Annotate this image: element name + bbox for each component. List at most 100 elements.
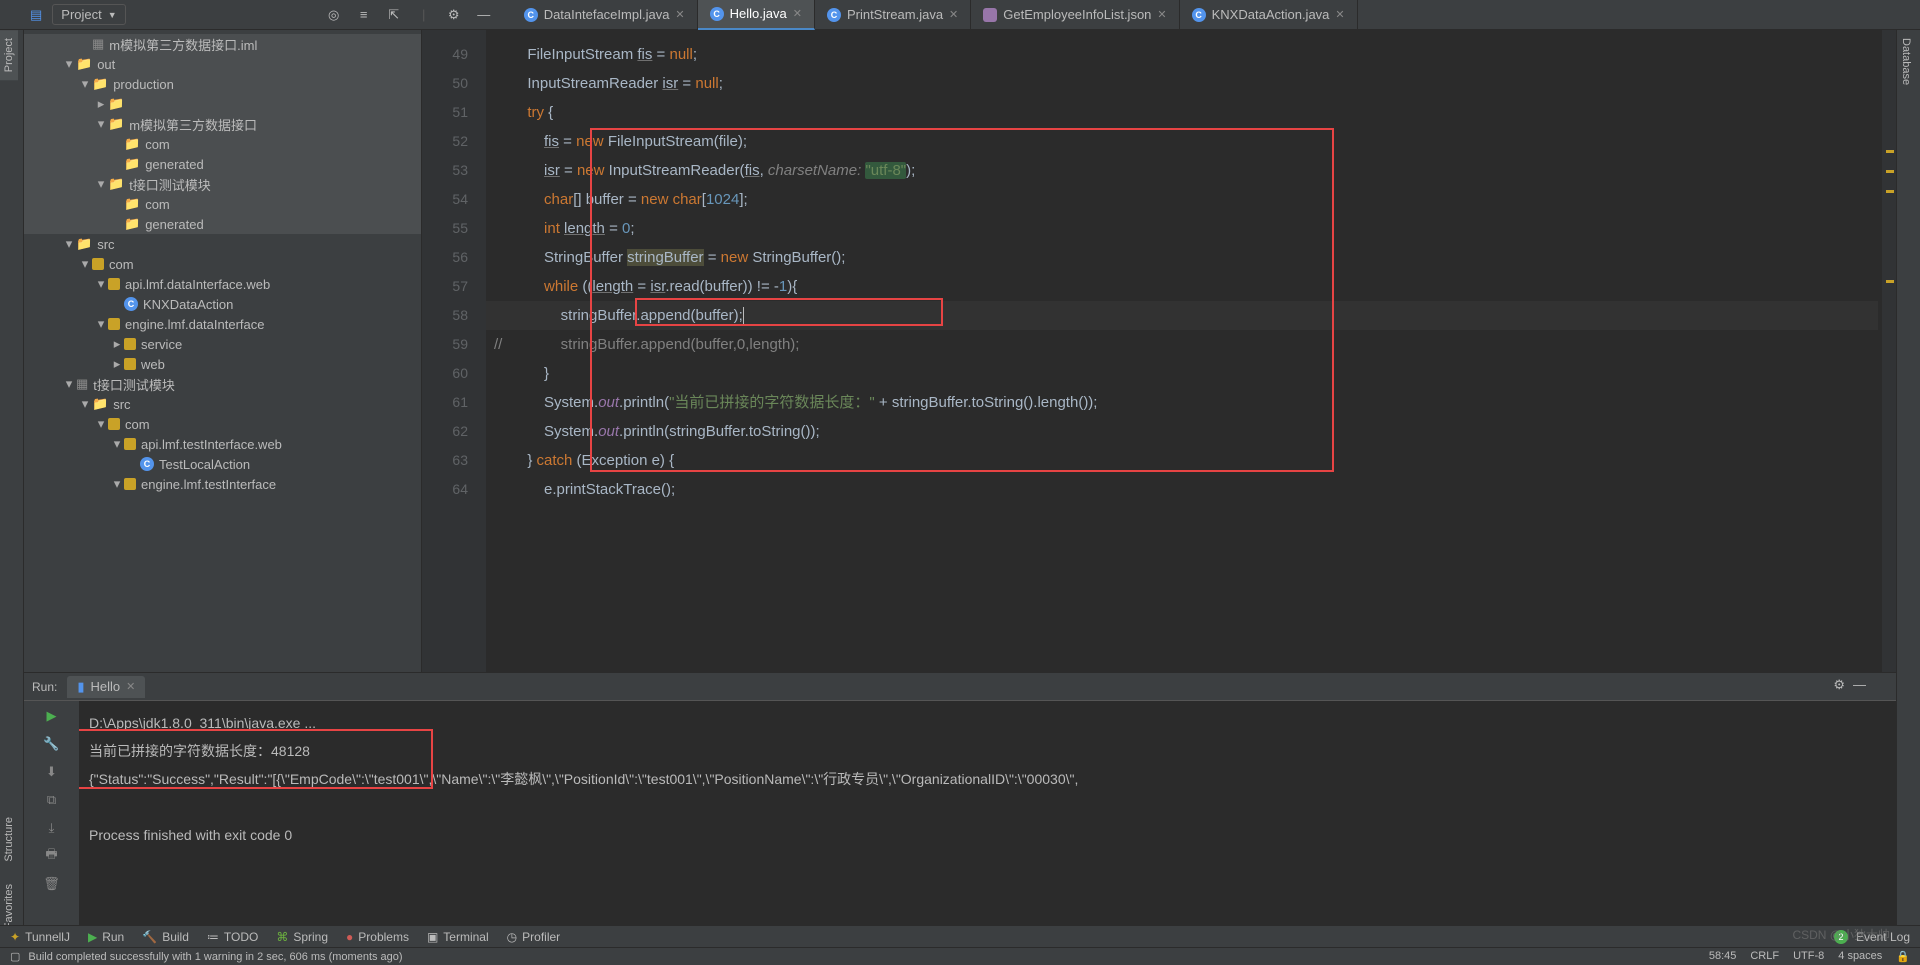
tree-item[interactable]: ▾📁src: [24, 394, 421, 414]
readonly-lock-icon[interactable]: 🔒: [1896, 950, 1910, 963]
editor-code-area[interactable]: FileInputStream fis = null; InputStreamR…: [486, 30, 1878, 700]
code-line[interactable]: e.printStackTrace();: [486, 475, 1878, 504]
code-line[interactable]: InputStreamReader isr = null;: [486, 69, 1878, 98]
tool-structure[interactable]: Structure: [0, 809, 18, 870]
print-icon[interactable]: 🖶: [43, 847, 61, 865]
tool-todo[interactable]: ≔TODO: [207, 930, 258, 944]
gutter-line-number[interactable]: 56: [422, 243, 486, 272]
tree-twisty-icon[interactable]: ▾: [78, 76, 92, 92]
gutter-line-number[interactable]: 62: [422, 417, 486, 446]
tool-profiler[interactable]: ◷Profiler: [507, 930, 561, 944]
gear-icon[interactable]: ⚙: [1833, 677, 1845, 693]
tree-twisty-icon[interactable]: ▾: [110, 476, 124, 492]
hide-icon[interactable]: —: [1853, 677, 1866, 693]
close-icon[interactable]: ✕: [1157, 8, 1166, 21]
code-line[interactable]: isr = new InputStreamReader(fis, charset…: [486, 156, 1878, 185]
tree-item[interactable]: ▾com: [24, 254, 421, 274]
code-line[interactable]: char[] buffer = new char[1024];: [486, 185, 1878, 214]
code-line[interactable]: fis = new FileInputStream(file);: [486, 127, 1878, 156]
tree-twisty-icon[interactable]: ▾: [78, 396, 92, 412]
collapse-all-icon[interactable]: ⇱: [386, 7, 402, 23]
editor-gutter[interactable]: 49505152535455565758596061626364: [422, 30, 486, 700]
project-scope-dropdown[interactable]: Project ▼: [52, 4, 125, 25]
code-line[interactable]: }: [486, 359, 1878, 388]
tree-twisty-icon[interactable]: ▾: [78, 256, 92, 272]
tree-item[interactable]: ▾📁production: [24, 74, 421, 94]
gutter-line-number[interactable]: 54: [422, 185, 486, 214]
tree-twisty-icon[interactable]: ▾: [94, 116, 108, 132]
tree-twisty-icon[interactable]: ▸: [94, 96, 108, 112]
gutter-line-number[interactable]: 64: [422, 475, 486, 504]
warning-marker[interactable]: [1886, 170, 1894, 173]
editor-tab[interactable]: CKNXDataAction.java✕: [1180, 0, 1358, 30]
editor-tab[interactable]: CPrintStream.java✕: [815, 0, 971, 30]
tree-twisty-icon[interactable]: ▾: [94, 416, 108, 432]
tool-database[interactable]: Database: [1897, 30, 1915, 93]
tree-twisty-icon[interactable]: ▸: [110, 356, 124, 372]
tree-twisty-icon[interactable]: ▾: [94, 276, 108, 292]
code-line[interactable]: int length = 0;: [486, 214, 1878, 243]
tree-item[interactable]: 📁generated: [24, 154, 421, 174]
tree-item[interactable]: ▾📁src: [24, 234, 421, 254]
indent-config[interactable]: 4 spaces: [1838, 950, 1882, 963]
tree-twisty-icon[interactable]: ▾: [62, 376, 76, 392]
tool-terminal[interactable]: ▣Terminal: [427, 930, 489, 944]
tree-twisty-icon[interactable]: ▾: [94, 176, 108, 192]
trash-icon[interactable]: 🗑: [43, 875, 61, 893]
tool-build[interactable]: 🔨Build: [142, 930, 189, 944]
editor-tab[interactable]: CHello.java✕: [698, 0, 815, 30]
caret-position[interactable]: 58:45: [1709, 950, 1737, 963]
tree-item[interactable]: ▸service: [24, 334, 421, 354]
close-icon[interactable]: ✕: [1335, 8, 1344, 21]
code-line[interactable]: System.out.println("当前已拼接的字符数据长度：" + str…: [486, 388, 1878, 417]
wrench-icon[interactable]: 🔧: [43, 735, 61, 753]
gutter-line-number[interactable]: 57: [422, 272, 486, 301]
gutter-line-number[interactable]: 59: [422, 330, 486, 359]
warning-marker[interactable]: [1886, 150, 1894, 153]
tree-item[interactable]: ▾api.lmf.dataInterface.web: [24, 274, 421, 294]
error-stripe[interactable]: [1882, 30, 1896, 700]
tool-problems[interactable]: ●Problems: [346, 930, 409, 944]
close-icon[interactable]: ✕: [675, 8, 684, 21]
warning-marker[interactable]: [1886, 190, 1894, 193]
hide-icon[interactable]: —: [476, 7, 492, 23]
console-line[interactable]: D:\Apps\jdk1.8.0_311\bin\java.exe ...: [89, 709, 1886, 737]
gutter-line-number[interactable]: 63: [422, 446, 486, 475]
gutter-line-number[interactable]: 50: [422, 69, 486, 98]
code-line[interactable]: FileInputStream fis = null;: [486, 40, 1878, 69]
code-line[interactable]: System.out.println(stringBuffer.toString…: [486, 417, 1878, 446]
console-line[interactable]: 当前已拼接的字符数据长度：48128: [89, 737, 1886, 765]
gutter-line-number[interactable]: 55: [422, 214, 486, 243]
rerun-icon[interactable]: ▶: [43, 707, 61, 725]
expand-all-icon[interactable]: ≡: [356, 7, 372, 23]
tree-item[interactable]: ▾com: [24, 414, 421, 434]
editor-tab[interactable]: GetEmployeeInfoList.json✕: [971, 0, 1179, 30]
gutter-line-number[interactable]: 60: [422, 359, 486, 388]
gutter-line-number[interactable]: 58: [422, 301, 486, 330]
tree-item[interactable]: ▾📁m模拟第三方数据接口: [24, 114, 421, 134]
tool-spring[interactable]: ⌘Spring: [276, 930, 328, 944]
close-icon[interactable]: ✕: [793, 7, 802, 20]
code-line[interactable]: stringBuffer.append(buffer);​: [486, 301, 1878, 330]
gutter-line-number[interactable]: 51: [422, 98, 486, 127]
code-editor[interactable]: 49505152535455565758596061626364 FileInp…: [422, 30, 1896, 700]
code-line[interactable]: try {: [486, 98, 1878, 127]
layout-icon[interactable]: ⧉: [43, 791, 61, 809]
tree-item[interactable]: ▸web: [24, 354, 421, 374]
editor-tab[interactable]: CDataIntefaceImpl.java✕: [512, 0, 698, 30]
close-icon[interactable]: ✕: [126, 680, 135, 693]
run-console-output[interactable]: D:\Apps\jdk1.8.0_311\bin\java.exe ...当前已…: [79, 701, 1896, 930]
project-tree[interactable]: ▦m模拟第三方数据接口.iml▾📁out▾📁production▸📁▾📁m模拟第…: [24, 30, 421, 498]
tool-tunnelij[interactable]: ✦TunnellJ: [10, 930, 70, 944]
line-separator[interactable]: CRLF: [1750, 950, 1779, 963]
run-config-tab[interactable]: ▮ Hello ✕: [67, 676, 145, 698]
tool-run[interactable]: ▶Run: [88, 930, 124, 944]
tree-twisty-icon[interactable]: ▾: [110, 436, 124, 452]
tree-item[interactable]: ▾▦t接口测试模块: [24, 374, 421, 394]
console-line[interactable]: {"Status":"Success","Result":"[{\"EmpCod…: [89, 765, 1886, 793]
code-line[interactable]: StringBuffer stringBuffer = new StringBu…: [486, 243, 1878, 272]
code-line[interactable]: } catch (Exception e) {: [486, 446, 1878, 475]
tree-twisty-icon[interactable]: ▸: [110, 336, 124, 352]
gear-icon[interactable]: ⚙: [446, 7, 462, 23]
tree-twisty-icon[interactable]: ▾: [62, 56, 76, 72]
